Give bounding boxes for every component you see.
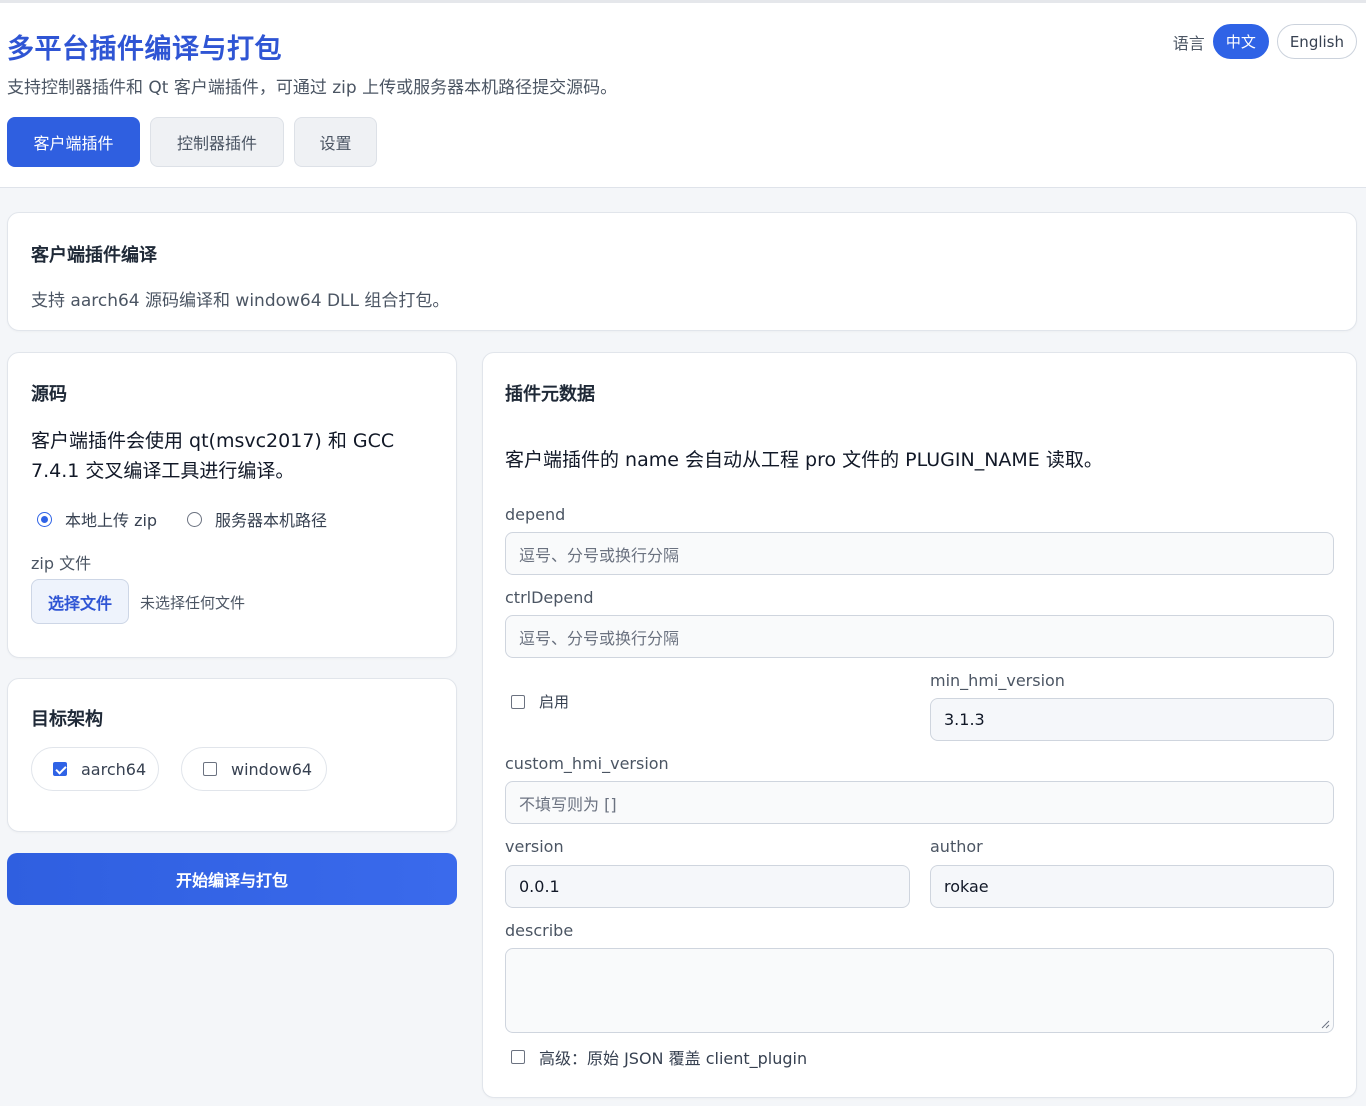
intro-title: 客户端插件编译 xyxy=(31,245,157,266)
advanced-json-option[interactable]: 高级：原始 JSON 覆盖 client_plugin xyxy=(511,1045,807,1069)
zip-file-label: zip 文件 xyxy=(31,554,92,573)
no-file-text: 未选择任何文件 xyxy=(140,594,246,612)
advanced-json-checkbox[interactable] xyxy=(511,1050,525,1064)
source-card: 源码 客户端插件会使用 qt(msvc2017) 和 GCC 7.4.1 交叉编… xyxy=(7,352,457,658)
radio-server-path[interactable]: 服务器本机路径 xyxy=(187,507,327,531)
target-arch-card: 目标架构 aarch64 window64 xyxy=(7,678,457,832)
describe-label: describe xyxy=(505,921,574,940)
arch-window64-checkbox[interactable] xyxy=(203,762,217,776)
app-header: 多平台插件编译与打包 支持控制器插件和 Qt 客户端插件，可通过 zip 上传或… xyxy=(0,3,1366,188)
tab-controller-plugin[interactable]: 控制器插件 xyxy=(150,117,284,167)
language-label: 语言 xyxy=(1172,33,1205,53)
author-input[interactable]: rokae xyxy=(930,865,1334,908)
choose-file-button[interactable]: 选择文件 xyxy=(31,579,129,624)
resize-grip-icon[interactable] xyxy=(1321,1020,1330,1029)
enable-option[interactable]: 启用 xyxy=(511,691,569,712)
depend-input[interactable]: 逗号、分号或换行分隔 xyxy=(505,532,1334,575)
radio-local-zip-indicator[interactable] xyxy=(37,511,52,527)
min-hmi-version-input[interactable]: 3.1.3 xyxy=(930,698,1334,741)
advanced-json-label: 高级：原始 JSON 覆盖 client_plugin xyxy=(539,1049,808,1068)
author-label: author xyxy=(930,837,983,856)
main-tabs: 客户端插件 控制器插件 设置 xyxy=(7,117,377,167)
metadata-title: 插件元数据 xyxy=(505,384,595,405)
page-subtitle: 支持控制器插件和 Qt 客户端插件，可通过 zip 上传或服务器本机路径提交源码… xyxy=(7,78,618,98)
describe-textarea[interactable] xyxy=(505,948,1334,1033)
target-arch-title: 目标架构 xyxy=(31,709,103,730)
custom-hmi-version-label: custom_hmi_version xyxy=(505,754,669,773)
radio-local-zip[interactable]: 本地上传 zip xyxy=(37,507,157,531)
language-switcher: 语言 中文 English xyxy=(1173,24,1357,59)
radio-local-zip-label: 本地上传 zip xyxy=(65,511,158,530)
radio-server-path-indicator[interactable] xyxy=(187,511,202,527)
arch-aarch64-option[interactable]: aarch64 xyxy=(31,747,159,791)
lang-en-button[interactable]: English xyxy=(1276,24,1357,59)
lang-zh-button[interactable]: 中文 xyxy=(1212,24,1269,59)
source-title: 源码 xyxy=(31,384,67,405)
page-title: 多平台插件编译与打包 xyxy=(7,34,282,65)
enable-label: 启用 xyxy=(539,693,570,711)
intro-card: 客户端插件编译 支持 aarch64 源码编译和 window64 DLL 组合… xyxy=(7,212,1357,331)
arch-aarch64-checkbox[interactable] xyxy=(53,762,67,776)
radio-server-path-label: 服务器本机路径 xyxy=(215,511,328,530)
arch-window64-label: window64 xyxy=(231,759,313,779)
arch-aarch64-label: aarch64 xyxy=(81,759,147,779)
source-description: 客户端插件会使用 qt(msvc2017) 和 GCC 7.4.1 交叉编译工具… xyxy=(31,430,395,482)
tab-settings[interactable]: 设置 xyxy=(294,117,377,167)
intro-description: 支持 aarch64 源码编译和 window64 DLL 组合打包。 xyxy=(31,291,450,311)
depend-label: depend xyxy=(505,505,566,524)
start-build-button[interactable]: 开始编译与打包 xyxy=(7,853,457,905)
ctrl-depend-label: ctrlDepend xyxy=(505,588,594,607)
ctrl-depend-input[interactable]: 逗号、分号或换行分隔 xyxy=(505,615,1334,658)
version-label: version xyxy=(505,837,564,856)
metadata-card: 插件元数据 客户端插件的 name 会自动从工程 pro 文件的 PLUGIN_… xyxy=(482,352,1357,1098)
version-input[interactable]: 0.0.1 xyxy=(505,865,910,908)
min-hmi-version-label: min_hmi_version xyxy=(930,671,1065,690)
custom-hmi-version-input[interactable]: 不填写则为 [] xyxy=(505,781,1334,824)
tab-client-plugin[interactable]: 客户端插件 xyxy=(7,117,140,167)
metadata-note: 客户端插件的 name 会自动从工程 pro 文件的 PLUGIN_NAME 读… xyxy=(505,449,1103,471)
arch-window64-option[interactable]: window64 xyxy=(181,747,327,791)
enable-checkbox[interactable] xyxy=(511,694,525,709)
